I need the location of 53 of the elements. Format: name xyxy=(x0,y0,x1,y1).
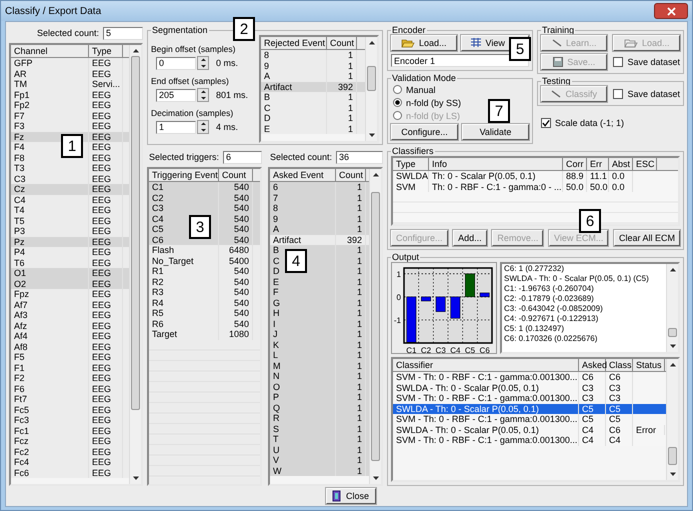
table-cell: 1 xyxy=(327,124,357,134)
group-title: Output xyxy=(391,252,420,262)
log-line: C2: -0.17879 (-0.023689) xyxy=(504,294,595,304)
log-line: SWLDA - Th: 0 - Scalar P(0.05, 0.1) (C5) xyxy=(504,274,650,284)
axis-label: 1 xyxy=(396,270,401,279)
log-line: C6: 1 (0.277232) xyxy=(504,264,566,274)
number-callout-tooltip: 3 xyxy=(189,215,211,239)
field-label: Decimation (samples) xyxy=(151,108,234,118)
table-cell: 1 xyxy=(336,466,366,476)
number-callout-tooltip: 2 xyxy=(233,17,255,41)
number-callout-tooltip: 6 xyxy=(579,209,601,233)
number-callout-tooltip: 5 xyxy=(509,37,531,61)
log-line: C1: -1.96763 (-0.260704) xyxy=(504,284,595,294)
log-line: C3: -0.643042 (-0.0852009) xyxy=(504,304,604,314)
axis-label: 0 xyxy=(396,292,401,302)
axis-label: C6 xyxy=(480,346,490,353)
number-callout-tooltip: 1 xyxy=(61,134,83,158)
value-reading: 801 ms. xyxy=(216,90,248,100)
axis-label: C5 xyxy=(464,346,476,353)
group-title: Testing xyxy=(541,76,572,86)
group-title: Validation Mode xyxy=(391,73,457,83)
field-label: Selected count: xyxy=(36,28,99,38)
table-cell: Fc6 xyxy=(11,468,89,478)
axis-label: -1 xyxy=(394,316,401,325)
group-title: Encoder xyxy=(391,25,427,35)
table-cell: SVM - Th: 0 - RBF - C:1 - gamma:0.001300... xyxy=(393,435,579,446)
field-label: End offset (samples) xyxy=(151,76,229,86)
radio-label: Manual xyxy=(406,84,436,94)
group-title: Training xyxy=(541,25,576,35)
table-cell: EEG xyxy=(89,468,123,478)
value-reading: 0 ms. xyxy=(216,58,238,68)
group-title: Segmentation xyxy=(151,25,209,35)
log-line: C4: -0.927671 (-0.122913) xyxy=(504,314,600,324)
log-line: C5: 1 (0.132497) xyxy=(504,324,566,334)
value-reading: 4 ms. xyxy=(216,122,238,132)
field-label: Selected count: xyxy=(270,152,332,162)
axis-label: C4 xyxy=(450,346,460,353)
table-cell: C4 xyxy=(606,435,633,446)
axis-label: C1 xyxy=(406,346,416,353)
group-title: Classifiers xyxy=(391,146,435,156)
number-callout-tooltip: 4 xyxy=(285,249,307,273)
axis-label: C3 xyxy=(436,346,446,353)
number-callout-tooltip: 7 xyxy=(488,99,510,123)
table-cell: C4 xyxy=(579,435,606,446)
field-label: Begin offset (samples) xyxy=(151,44,236,54)
axis-label: C2 xyxy=(420,346,432,353)
field-label: Selected triggers: xyxy=(149,152,220,162)
radio-label: n-fold (by SS) xyxy=(406,98,462,108)
table-cell: W xyxy=(270,466,336,476)
log-line: C6: 0.170326 (0.0225676) xyxy=(504,334,598,344)
table-cell: E xyxy=(261,124,327,134)
window-title: Classify / Export Data xyxy=(5,6,102,16)
radio-label: n-fold (by LS) xyxy=(406,110,460,120)
